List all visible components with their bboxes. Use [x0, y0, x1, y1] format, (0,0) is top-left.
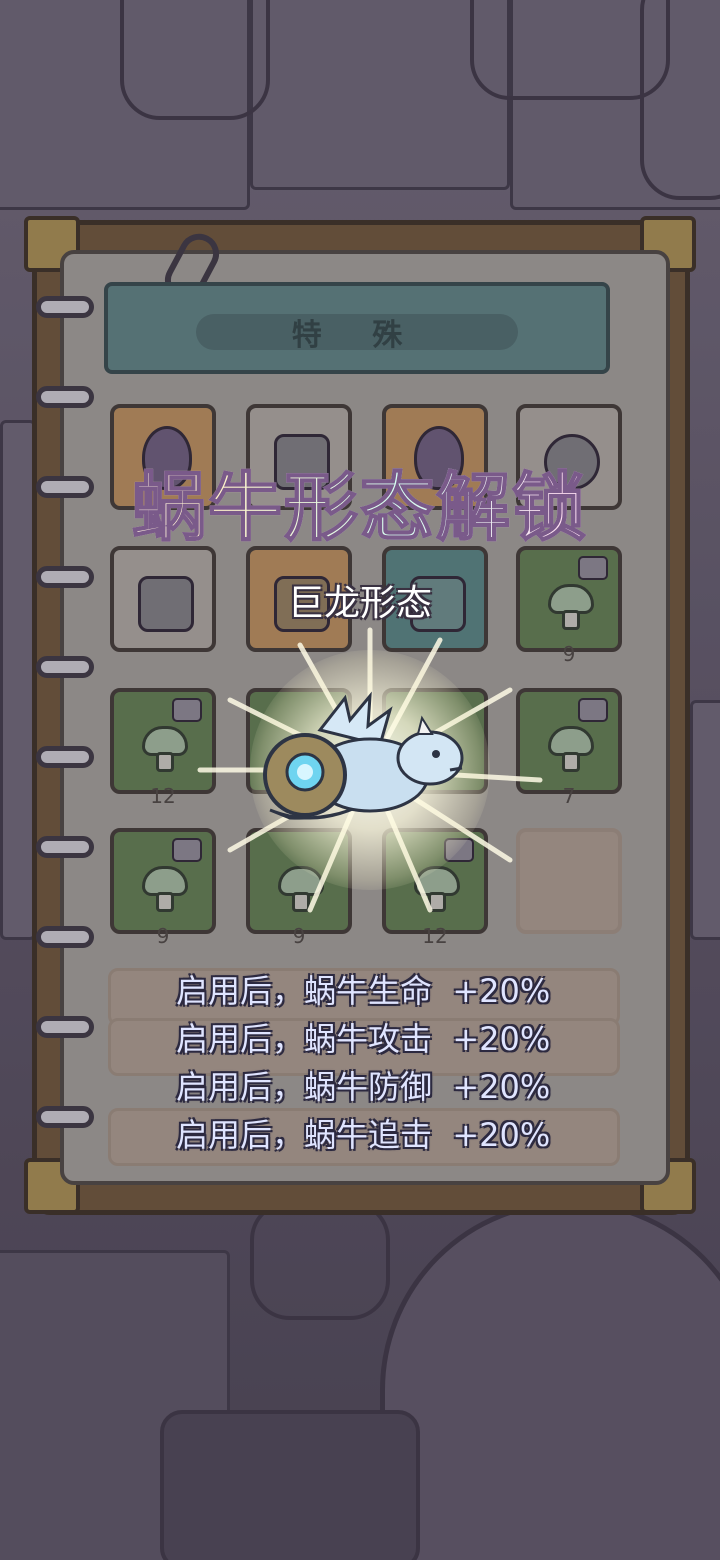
dragon-snail-icon: [263, 691, 464, 820]
bonus-value: +20%: [452, 1068, 551, 1106]
bonus-line: 启用后，蜗牛追击 +20%: [176, 1110, 550, 1156]
bonus-line: 启用后，蜗牛攻击 +20%: [176, 1014, 550, 1060]
bonus-label: 启用后，蜗牛攻击: [176, 1020, 433, 1058]
bonus-value: +20%: [452, 972, 551, 1010]
bonus-value: +20%: [452, 1116, 551, 1154]
bonus-label: 启用后，蜗牛追击: [176, 1116, 433, 1154]
bonus-label: 启用后，蜗牛防御: [176, 1068, 433, 1106]
form-name: 巨龙形态: [287, 583, 432, 624]
bonus-line: 启用后，蜗牛防御 +20%: [176, 1062, 550, 1108]
bonus-value: +20%: [452, 1020, 551, 1058]
bonus-label: 启用后，蜗牛生命: [176, 972, 433, 1010]
unlock-title: 蜗牛形态解锁: [0, 448, 720, 555]
bonus-line: 启用后，蜗牛生命 +20%: [176, 966, 550, 1012]
